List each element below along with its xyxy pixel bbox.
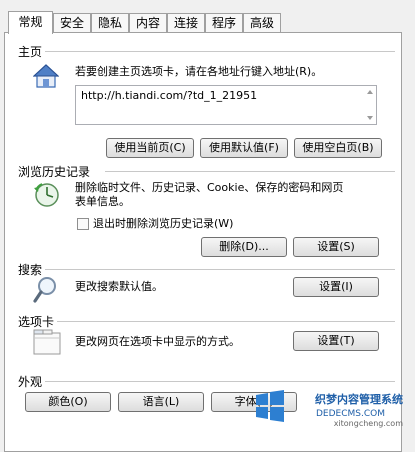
home-page-url-value: http://h.tiandi.com/?td_1_21951: [81, 89, 258, 102]
history-description-line1: 删除临时文件、历史记录、Cookie、保存的密码和网页: [75, 181, 344, 194]
use-blank-button[interactable]: 使用空白页(B): [294, 138, 382, 158]
browsing-history-title: 浏览历史记录: [18, 165, 91, 179]
fonts-button[interactable]: 字体(N): [211, 392, 297, 412]
tab-security[interactable]: 安全: [53, 13, 91, 32]
languages-button[interactable]: 语言(L): [118, 392, 204, 412]
house-icon: [33, 64, 59, 88]
tabs-description: 更改网页在选项卡中显示的方式。: [75, 335, 240, 348]
search-settings-button[interactable]: 设置(I): [293, 277, 379, 297]
use-current-button[interactable]: 使用当前页(C): [106, 138, 194, 158]
tab-connections[interactable]: 连接: [167, 13, 205, 32]
home-page-description: 若要创建主页选项卡，请在各地址行键入地址(R)。: [75, 65, 323, 78]
colors-button[interactable]: 颜色(O): [25, 392, 111, 412]
tab-programs[interactable]: 程序: [205, 13, 243, 32]
history-divider: [105, 171, 395, 172]
tabs-settings-button[interactable]: 设置(T): [293, 331, 379, 351]
history-description-line2: 表单信息。: [75, 195, 130, 208]
delete-history-button[interactable]: 删除(D)...: [201, 237, 287, 257]
tabs-section-divider: [57, 321, 395, 322]
home-page-title: 主页: [18, 45, 43, 59]
search-description: 更改搜索默认值。: [75, 280, 163, 293]
home-page-url-field[interactable]: http://h.tiandi.com/?td_1_21951: [75, 85, 377, 125]
tabbed-window-icon: [33, 329, 61, 355]
appearance-divider: [45, 381, 395, 382]
delete-on-exit-label[interactable]: 退出时删除浏览历史记录(W): [93, 216, 233, 231]
magnifier-icon: [33, 277, 56, 303]
home-divider: [45, 51, 395, 52]
history-clock-icon: [34, 183, 59, 207]
search-divider: [45, 269, 395, 270]
general-panel: 主页 若要创建主页选项卡，请在各地址行键入地址(R)。 http://h.tia…: [4, 32, 402, 452]
tabs-section-title: 选项卡: [18, 315, 55, 329]
tab-advanced[interactable]: 高级: [243, 13, 281, 32]
appearance-title: 外观: [18, 375, 43, 389]
tab-content[interactable]: 内容: [129, 13, 167, 32]
tab-privacy[interactable]: 隐私: [91, 13, 129, 32]
use-default-button[interactable]: 使用默认值(F): [200, 138, 288, 158]
delete-on-exit-checkbox[interactable]: [77, 218, 89, 230]
url-scroll-arrows-icon[interactable]: [366, 88, 374, 122]
history-settings-button[interactable]: 设置(S): [293, 237, 379, 257]
tab-general[interactable]: 常规: [8, 11, 53, 34]
